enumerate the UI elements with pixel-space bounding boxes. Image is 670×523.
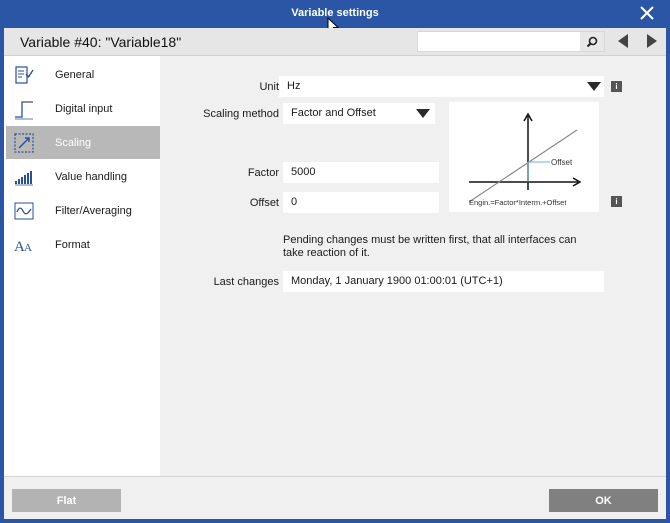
sidebar-item-label: Value handling [55, 170, 127, 183]
sidebar-item-general[interactable]: General [6, 58, 160, 91]
unit-info-icon[interactable]: i [611, 81, 622, 92]
factor-label: Factor [247, 167, 279, 179]
last-changes-value: Monday, 1 January 1900 01:00:01 (UTC+1) [283, 271, 604, 292]
search-input[interactable] [418, 32, 578, 51]
unit-select[interactable]: Hz [279, 76, 604, 97]
sidebar-item-label: Scaling [55, 136, 92, 149]
digital-input-icon [12, 98, 36, 120]
dialog-footer: Flat OK [4, 476, 666, 519]
sidebar: General Digital input Scaling Value hand… [4, 56, 160, 476]
search-button[interactable] [580, 32, 604, 51]
previous-arrow-icon[interactable] [615, 33, 631, 49]
settings-window: Variable #40: "Variable18" General Digit… [4, 28, 666, 519]
sidebar-item-scaling[interactable]: Scaling [6, 126, 160, 159]
offset-input[interactable]: 0 [283, 192, 439, 213]
scaling-diagram: Offset Engin.=Factor*Interm.+Offset [449, 102, 599, 212]
close-icon[interactable] [638, 4, 656, 22]
sidebar-item-label: Format [55, 238, 90, 251]
factor-input[interactable]: 5000 [283, 162, 439, 183]
scaling-method-value: Factor and Offset [291, 107, 376, 119]
sidebar-item-label: General [55, 68, 95, 81]
chevron-down-icon [416, 109, 430, 118]
scaling-panel: Unit Hz i Scaling method Factor and Offs… [162, 56, 666, 476]
clipboard-check-icon [12, 64, 36, 86]
diagram-formula: Engin.=Factor*Interm.+Offset [469, 198, 567, 207]
scaling-method-select[interactable]: Factor and Offset [283, 103, 435, 124]
search-box [417, 31, 605, 52]
bar-graph-icon [12, 166, 36, 188]
unit-label: Unit [259, 81, 279, 93]
next-arrow-icon[interactable] [644, 33, 660, 49]
flat-button[interactable]: Flat [12, 489, 121, 512]
filter-wave-icon [12, 200, 36, 222]
font-format-icon: A A [12, 234, 36, 256]
unit-value: Hz [287, 80, 301, 92]
sidebar-item-filter-averaging[interactable]: Filter/Averaging [6, 194, 160, 227]
svg-text:A: A [24, 242, 32, 254]
variable-header: Variable #40: "Variable18" [4, 28, 666, 56]
ok-button[interactable]: OK [549, 489, 658, 512]
sidebar-item-value-handling[interactable]: Value handling [6, 160, 160, 193]
sidebar-item-label: Filter/Averaging [55, 204, 132, 217]
sidebar-item-label: Digital input [55, 102, 113, 115]
search-icon [586, 36, 598, 47]
chevron-down-icon [587, 82, 601, 91]
scaling-icon [12, 132, 36, 154]
offset-info-icon[interactable]: i [611, 196, 622, 207]
sidebar-item-digital-input[interactable]: Digital input [6, 92, 160, 125]
pending-changes-note: Pending changes must be written first, t… [283, 234, 577, 259]
sidebar-item-format[interactable]: A A Format [6, 228, 160, 261]
variable-title: Variable #40: "Variable18" [20, 34, 182, 50]
offset-label: Offset [249, 197, 279, 209]
diagram-offset-label: Offset [551, 158, 573, 167]
scaling-graph-icon: Offset Engin.=Factor*Interm.+Offset [468, 112, 582, 207]
last-changes-label: Last changes [213, 276, 279, 288]
scaling-method-label: Scaling method [203, 108, 279, 120]
